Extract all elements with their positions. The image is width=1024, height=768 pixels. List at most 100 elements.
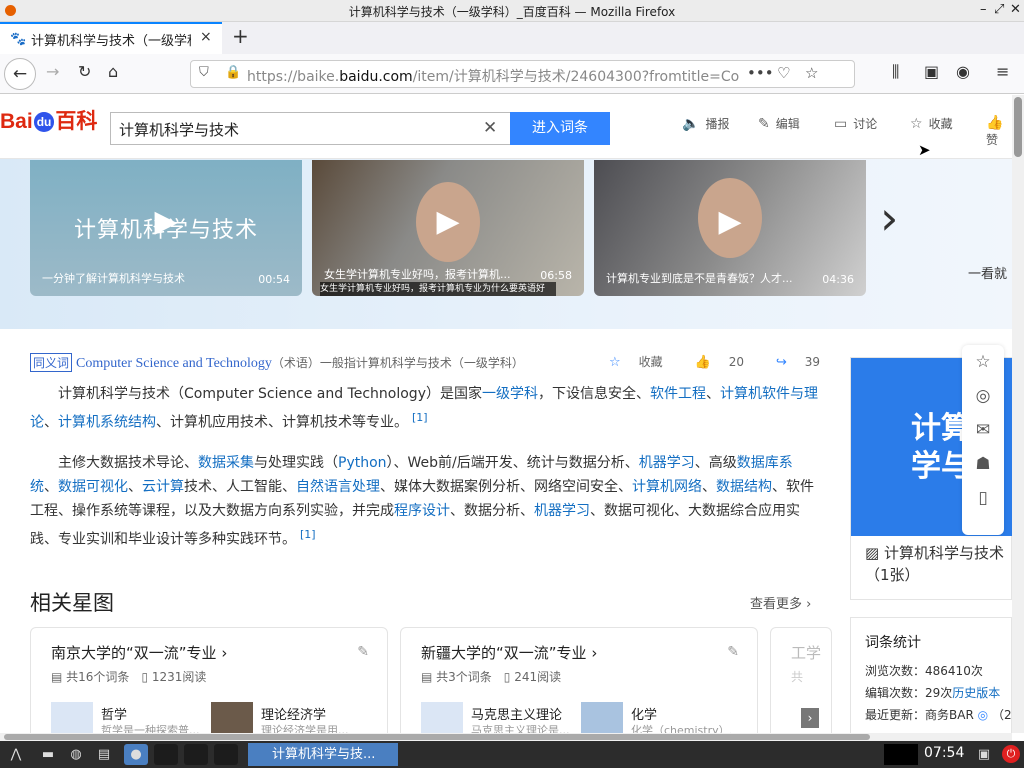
lock-icon[interactable]: 🔒 — [225, 65, 241, 80]
taskbar-firefox-window[interactable]: 计算机科学与技... — [248, 743, 398, 766]
share-stat[interactable]: ↪ 39 — [762, 355, 820, 370]
play-icon[interactable]: ▶ — [433, 205, 463, 239]
reference-link[interactable]: [1] — [412, 411, 428, 424]
vertical-scrollbar[interactable] — [1012, 95, 1024, 733]
entry-thumbnail[interactable] — [581, 702, 623, 733]
album-caption[interactable]: ▨ 计算机科学与技术（1张） — [865, 542, 1012, 586]
sidebar-icon[interactable]: ▣ — [924, 62, 939, 81]
tracking-shield-icon[interactable]: ⛉ — [199, 65, 209, 80]
link-data-structure[interactable]: 数据结构 — [716, 479, 772, 495]
related-card[interactable]: 工学 共 › — [770, 627, 832, 733]
link-first-class-discipline[interactable]: 一级学科 — [482, 386, 538, 402]
link-data-collection[interactable]: 数据采集 — [198, 455, 254, 471]
card-title[interactable]: 南京大学的“双一流”专业 › — [51, 642, 227, 663]
power-icon[interactable]: ⏻ — [1002, 745, 1020, 763]
chevron-right-icon[interactable]: › — [880, 191, 898, 245]
scroll-thumb[interactable] — [1014, 97, 1022, 157]
broadcast-button[interactable]: 🔈 播报 — [682, 115, 729, 132]
link-nlp[interactable]: 自然语言处理 — [296, 479, 380, 495]
like-button[interactable]: 👍赞 — [986, 115, 1012, 148]
menu-icon[interactable]: ≡ — [996, 62, 1009, 81]
clear-search-icon[interactable]: ✕ — [483, 118, 497, 138]
entry-thumbnail[interactable] — [421, 702, 463, 733]
card-title[interactable]: 工学 — [791, 642, 821, 663]
close-window-icon[interactable]: ✕ — [1010, 2, 1021, 17]
link-machine-learning-2[interactable]: 机器学习 — [534, 503, 590, 519]
collect-stat[interactable]: ☆ 收藏 — [595, 355, 663, 370]
minimize-icon[interactable]: – — [980, 2, 987, 17]
mobile-icon[interactable]: ▯ — [962, 481, 1004, 515]
url-bar[interactable]: ⛉ 🔒 https://baike.baidu.com/item/计算机科学与技… — [190, 60, 855, 88]
see-more-link[interactable]: 查看更多 › — [750, 593, 811, 612]
new-tab-button[interactable]: + — [232, 24, 249, 48]
horizontal-scrollbar[interactable] — [0, 733, 1012, 741]
edit-pencil-icon[interactable]: ✎ — [357, 644, 369, 660]
speaker-icon: 🔈 — [682, 116, 700, 132]
search-input[interactable]: 计算机科学与技术 ✕ — [110, 112, 510, 145]
forward-button[interactable]: → — [46, 62, 59, 81]
baidu-baike-logo[interactable]: Bai du 百科 — [0, 105, 97, 135]
firefox-launcher-icon[interactable]: ● — [124, 744, 148, 765]
wechat-icon[interactable]: ✉ — [962, 413, 1004, 447]
home-button[interactable]: ⌂ — [108, 62, 118, 81]
card-title[interactable]: 新疆大学的“双一流”专业 › — [421, 642, 597, 663]
reload-button[interactable]: ↻ — [78, 62, 91, 81]
tab-baike[interactable]: 🐾 计算机科学与技术（一级学科）_百度百科 × — [0, 22, 222, 54]
entry-name[interactable]: 哲学 — [101, 704, 127, 723]
edit-pencil-icon[interactable]: ✎ — [727, 644, 739, 660]
entry-name[interactable]: 理论经济学 — [261, 704, 326, 723]
summary-paragraph: 计算机科学与技术（Computer Science and Technology… — [30, 386, 818, 431]
browser-icon[interactable]: ◍ — [64, 744, 88, 765]
entry-name[interactable]: 马克思主义理论 — [471, 704, 562, 723]
video-card-1[interactable]: 计算机科学与技术 ▶ 一分钟了解计算机科学与技术 00:54 — [30, 160, 302, 296]
play-icon[interactable]: ▶ — [715, 205, 745, 239]
link-cloud-computing[interactable]: 云计算 — [142, 479, 184, 495]
discuss-button[interactable]: ▭ 讨论 — [834, 115, 877, 132]
page-actions-icon[interactable]: ••• — [747, 64, 774, 82]
workspace-1[interactable] — [154, 744, 178, 765]
entry-name[interactable]: 化学 — [631, 704, 657, 723]
entry-thumbnail[interactable] — [51, 702, 93, 733]
scroll-thumb[interactable] — [4, 734, 870, 740]
reference-link[interactable]: [1] — [300, 528, 316, 541]
workspace-3[interactable] — [214, 744, 238, 765]
library-icon[interactable]: ⫼ — [892, 62, 899, 82]
tray-area — [884, 744, 918, 765]
video-card-3[interactable]: ▶ 计算机专业到底是不是青春饭？人才... 04:36 — [594, 160, 866, 296]
maximize-icon[interactable]: ⤢ — [994, 2, 1004, 17]
link-python[interactable]: Python — [338, 455, 387, 471]
link-computer-network[interactable]: 计算机网络 — [632, 479, 702, 495]
link-programming[interactable]: 程序设计 — [394, 503, 450, 519]
like-stat[interactable]: 👍 20 — [681, 355, 744, 370]
tray-network-icon[interactable]: ▣ — [972, 744, 996, 765]
related-card[interactable]: 新疆大学的“双一流”专业 › ✎ ▤ 共3个词条 ▯ 241阅读 马克思主义理论… — [400, 627, 758, 733]
workspace-2[interactable] — [184, 744, 208, 765]
video-card-2[interactable]: ▶ 女生学计算机专业好吗，报考计算机... 06:58 女生学计算机专业好吗，报… — [312, 160, 584, 296]
desktop-icon[interactable]: ▬ — [36, 744, 60, 765]
weibo-icon[interactable]: ◎ — [962, 379, 1004, 413]
edit-button[interactable]: ✎ 编辑 — [758, 115, 800, 132]
qq-icon[interactable]: ☗ — [962, 447, 1004, 481]
account-icon[interactable]: ◉ — [956, 62, 970, 81]
pocket-icon[interactable]: ♡ — [777, 64, 790, 82]
enter-entry-button[interactable]: 进入词条 — [510, 112, 610, 145]
collect-button[interactable]: ☆ 收藏 — [910, 115, 953, 132]
carousel-next-icon[interactable]: › — [801, 708, 819, 728]
mouse-cursor-icon: ➤ — [918, 141, 931, 159]
play-icon[interactable]: ▶ — [151, 205, 181, 239]
link-software-engineering[interactable]: 软件工程 — [650, 386, 706, 402]
start-menu-icon[interactable]: ⋀ — [4, 744, 28, 765]
star-icon[interactable]: ☆ — [962, 345, 1004, 379]
bookmark-star-icon[interactable]: ☆ — [805, 64, 818, 82]
back-button[interactable]: ← — [4, 58, 36, 90]
link-machine-learning[interactable]: 机器学习 — [639, 455, 695, 471]
synonym-link[interactable]: Computer Science and Technology — [76, 356, 272, 371]
link-system-architecture[interactable]: 计算机系统结构 — [58, 415, 156, 431]
related-card[interactable]: 南京大学的“双一流”专业 › ✎ ▤ 共16个词条 ▯ 1231阅读 哲学 哲学… — [30, 627, 388, 733]
url-text[interactable]: https://baike.baidu.com/item/计算机科学与技术/24… — [247, 66, 742, 86]
entry-thumbnail[interactable] — [211, 702, 253, 733]
files-icon[interactable]: ▤ — [92, 744, 116, 765]
link-data-visualization[interactable]: 数据可视化 — [58, 479, 128, 495]
tab-close-icon[interactable]: × — [200, 29, 212, 45]
history-link[interactable]: 历史版本 — [952, 686, 1000, 700]
